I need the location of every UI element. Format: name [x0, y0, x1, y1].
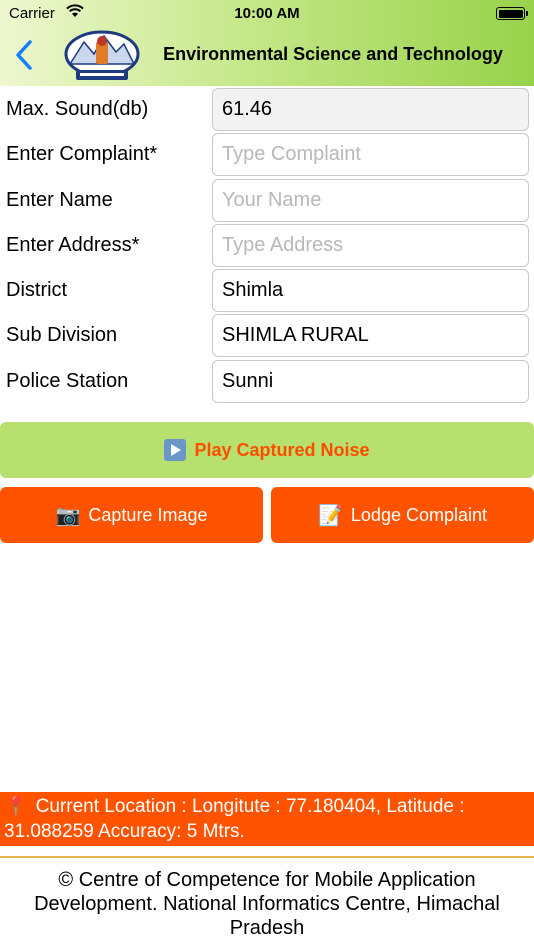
- form-row-name: Enter Name: [0, 178, 534, 224]
- status-time: 10:00 AM: [234, 5, 300, 22]
- page-title: Environmental Science and Technology: [163, 44, 503, 64]
- complaint-label: Enter Complaint*: [6, 143, 158, 166]
- memo-icon: 📝: [318, 504, 343, 527]
- subdivision-label: Sub Division: [6, 324, 118, 347]
- complaint-input[interactable]: [212, 133, 529, 177]
- name-input[interactable]: [212, 178, 529, 222]
- lodge-complaint-button[interactable]: 📝 Lodge Complaint: [271, 487, 534, 543]
- subdivision-field[interactable]: [212, 314, 529, 358]
- camera-icon: 📷: [55, 504, 81, 527]
- battery-icon: [496, 7, 528, 20]
- form-row-address: Enter Address*: [0, 223, 534, 269]
- status-bar: Carrier 10:00 AM: [0, 0, 534, 28]
- complaint-form: Max. Sound(db) Enter Complaint* Enter Na…: [0, 88, 534, 405]
- max-sound-field: [212, 88, 529, 131]
- back-button[interactable]: [10, 38, 40, 72]
- chevron-left-icon: [16, 40, 32, 70]
- current-location-bar: 📍 Current Location : Longitute : 77.18040…: [0, 792, 534, 846]
- lodge-button-label: Lodge Complaint: [350, 504, 487, 525]
- district-field[interactable]: [212, 269, 529, 313]
- capture-image-button[interactable]: 📷 Capture Image: [0, 487, 263, 543]
- play-button-label: Play Captured Noise: [194, 439, 370, 460]
- footer-credits: © Centre of Competence for Mobile Applic…: [0, 856, 534, 950]
- name-label: Enter Name: [6, 188, 113, 211]
- current-location-text: Current Location : Longitute : 77.180404…: [4, 796, 465, 842]
- capture-button-label: Capture Image: [88, 504, 208, 525]
- form-row-police: Police Station: [0, 359, 534, 405]
- state-emblem-icon: [64, 30, 140, 80]
- form-row-complaint: Enter Complaint*: [0, 133, 534, 178]
- form-row-district: District: [0, 269, 534, 314]
- district-label: District: [6, 279, 68, 302]
- address-input[interactable]: [212, 223, 529, 267]
- form-row-sound: Max. Sound(db): [0, 88, 534, 133]
- max-sound-label: Max. Sound(db): [6, 98, 149, 120]
- form-row-subdivision: Sub Division: [0, 314, 534, 359]
- play-captured-noise-button[interactable]: Play Captured Noise: [0, 422, 534, 478]
- police-station-label: Police Station: [6, 369, 129, 392]
- location-pin-icon: 📍: [4, 796, 28, 817]
- police-station-field[interactable]: [212, 359, 529, 403]
- address-label: Enter Address*: [6, 233, 140, 256]
- play-icon: [164, 439, 187, 461]
